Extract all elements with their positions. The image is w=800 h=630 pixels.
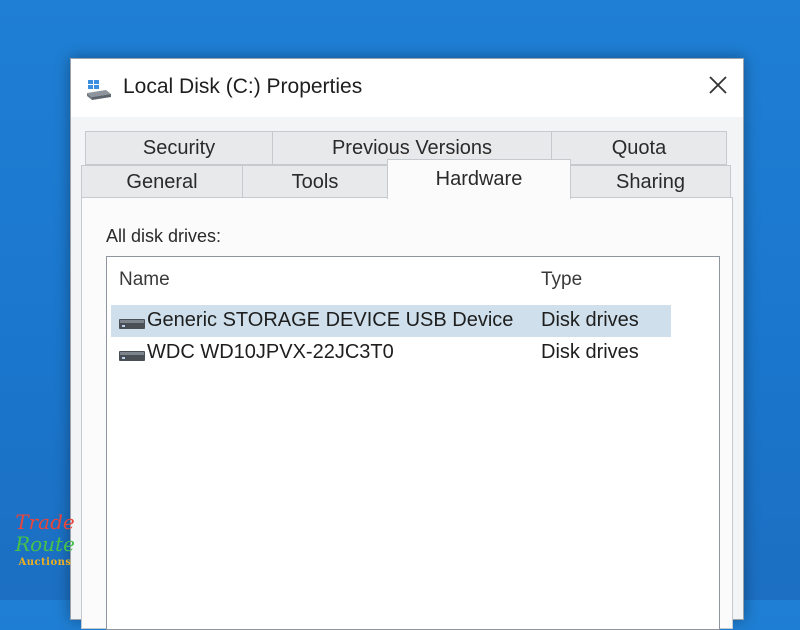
title-bar[interactable]: Local Disk (C:) Properties [71,59,743,117]
trade-route-auctions-watermark: Trade Route Auctions [8,512,82,588]
drive-row-usb[interactable]: Generic STORAGE DEVICE USB Device Disk d… [111,305,671,337]
tab-label: Security [142,136,216,159]
tab-tools[interactable]: Tools [242,165,388,199]
watermark-line-route: Route [15,532,75,556]
tab-label: Hardware [435,168,523,190]
tab-quota[interactable]: Quota [551,131,727,165]
disk-drive-icon [119,319,145,329]
drive-type: Disk drives [541,309,639,331]
drive-name: WDC WD10JPVX-22JC3T0 [147,341,394,363]
tab-sharing[interactable]: Sharing [570,165,731,199]
drive-window-icon [87,80,111,100]
tab-label: Sharing [616,170,685,193]
drive-type: Disk drives [541,341,639,363]
column-header-type[interactable]: Type [541,269,582,291]
all-disk-drives-label: All disk drives: [106,226,222,246]
disk-drives-list[interactable]: Name Type Generic STORAGE DEVICE USB Dev… [106,256,720,630]
tab-label: Tools [291,170,339,193]
watermark-line-trade: Trade [15,510,75,534]
tab-security[interactable]: Security [85,131,273,165]
column-header-name[interactable]: Name [119,269,170,291]
tab-label: Quota [611,136,667,159]
disk-drive-icon [119,351,145,361]
tab-label: General [126,170,198,193]
tab-hardware[interactable]: Hardware [387,159,571,199]
drive-name: Generic STORAGE DEVICE USB Device [147,309,514,331]
drive-row-wdc[interactable]: WDC WD10JPVX-22JC3T0 Disk drives [111,337,671,369]
properties-dialog: Local Disk (C:) Properties Security Prev… [70,58,744,630]
close-icon [709,76,727,94]
hardware-tab-panel: All disk drives: Name Type Generic STORA… [81,197,733,630]
watermark-line-auctions: Auctions [18,557,72,568]
tab-label: Previous Versions [331,136,493,159]
tab-general[interactable]: General [81,165,243,199]
close-button[interactable] [697,65,739,105]
window-title: Local Disk (C:) Properties [123,75,363,98]
